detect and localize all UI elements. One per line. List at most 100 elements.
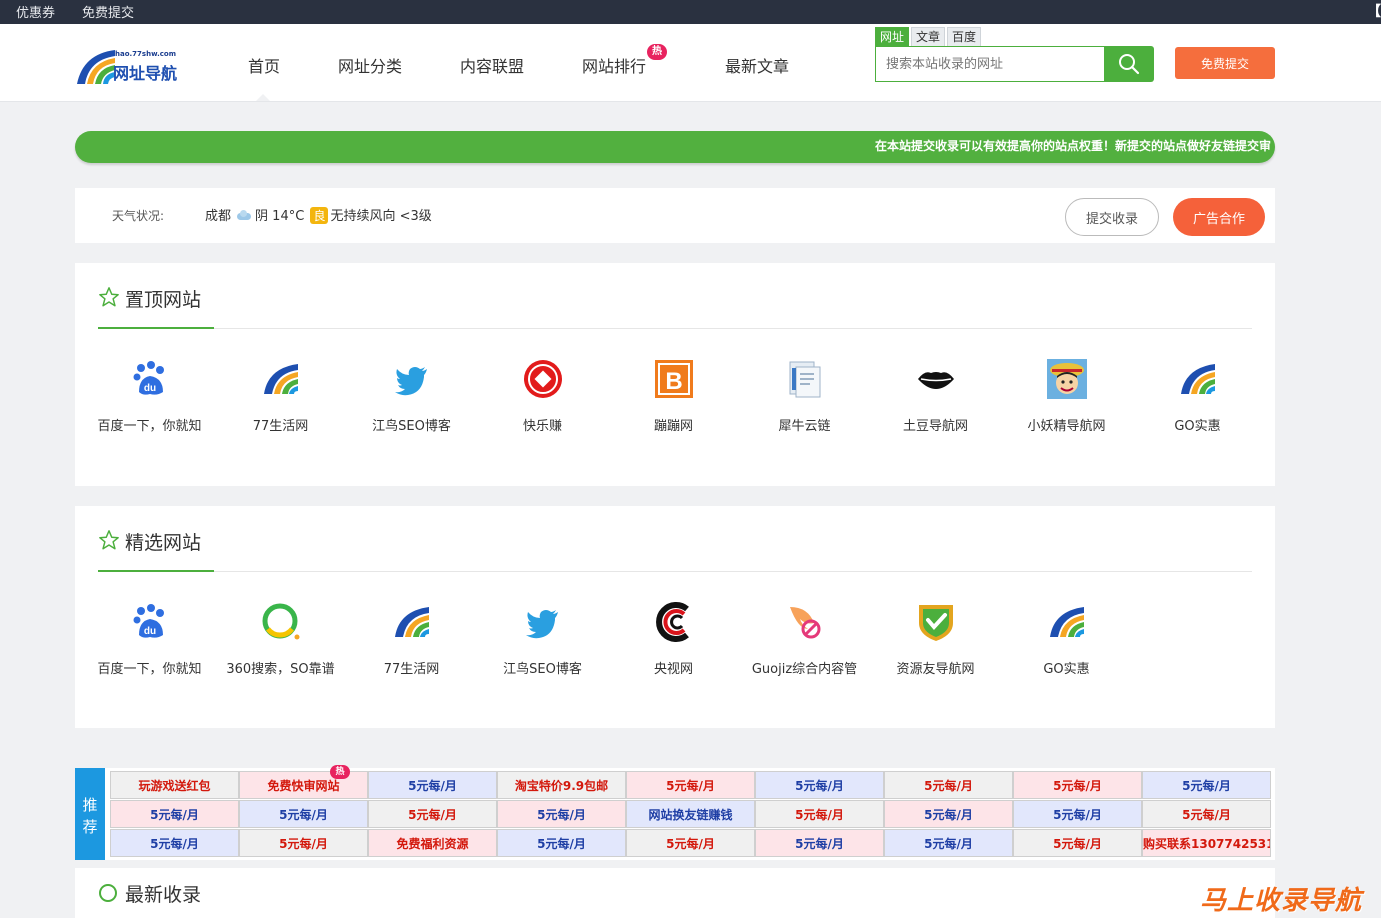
ad-slot[interactable]: 5元每/月: [755, 800, 884, 828]
ad-slot[interactable]: 5元每/月: [884, 771, 1013, 799]
77shw-logo-icon: [1046, 601, 1088, 643]
svg-text:du: du: [143, 383, 155, 394]
nav-latest-articles[interactable]: 最新文章: [725, 53, 789, 77]
ad-slot[interactable]: 玩游戏送红包: [110, 771, 239, 799]
ad-slot[interactable]: 5元每/月: [1142, 771, 1271, 799]
site-name: 江鸟SEO博客: [372, 419, 451, 434]
site-name: 资源友导航网: [896, 662, 975, 677]
site-card[interactable]: B 蹦蹦网: [608, 358, 739, 434]
free-submit-button[interactable]: 免费提交: [1175, 47, 1275, 79]
ad-slot[interactable]: 5元每/月: [239, 829, 368, 857]
divider: [98, 571, 1252, 572]
site-name: 360搜索，SO靠谱: [226, 662, 335, 677]
search-input[interactable]: [875, 46, 1106, 82]
site-logo[interactable]: hao.77shw.com 网址导航: [75, 46, 187, 86]
site-card[interactable]: 快乐赚: [477, 358, 608, 434]
star-icon: [99, 530, 119, 550]
site-card[interactable]: 犀牛云链: [739, 358, 870, 434]
site-card[interactable]: 小妖精导航网: [1001, 358, 1132, 434]
weather-label: 天气状况:: [112, 209, 165, 223]
baidu-icon: du: [129, 601, 171, 643]
ad-slot[interactable]: 5元每/月: [368, 771, 497, 799]
ad-slot[interactable]: 5元每/月: [497, 829, 626, 857]
ad-slot[interactable]: 5元每/月: [497, 800, 626, 828]
site-card[interactable]: Guojiz综合内容管: [739, 601, 870, 677]
ad-slot[interactable]: 5元每/月: [1013, 829, 1142, 857]
lips-icon: [915, 358, 957, 400]
feather-icon: [784, 601, 826, 643]
topbar-right-text[interactable]: 【: [1367, 1, 1381, 21]
site-card[interactable]: 77生活网: [346, 601, 477, 677]
site-name: GO实惠: [1043, 662, 1090, 677]
nav-home[interactable]: 首页: [248, 53, 280, 77]
title-underline: [98, 327, 214, 329]
coupon-link[interactable]: 优惠券: [16, 2, 55, 21]
site-card[interactable]: 资源友导航网: [870, 601, 1001, 677]
site-card[interactable]: 央视网: [608, 601, 739, 677]
ad-slot[interactable]: 5元每/月: [1013, 771, 1142, 799]
ad-slot[interactable]: 5元每/月: [110, 800, 239, 828]
title-underline: [98, 570, 214, 572]
twitter-bird-icon: [391, 358, 433, 400]
weather-info[interactable]: 成都 阴 14°C 良无持续风向 <3级: [205, 205, 432, 224]
site-name: 江鸟SEO博客: [503, 662, 582, 677]
watermark-logo: 马上收录导航: [1200, 886, 1363, 916]
aqi-badge: 良: [310, 207, 329, 224]
site-card[interactable]: du 百度一下，你就知: [84, 601, 215, 677]
site-name: 77生活网: [383, 662, 440, 677]
nav-site-ranking[interactable]: 网站排行: [582, 53, 646, 77]
ad-slot[interactable]: 5元每/月: [755, 771, 884, 799]
site-card[interactable]: du 百度一下，你就知: [84, 358, 215, 434]
site-card[interactable]: 江鸟SEO博客: [477, 601, 608, 677]
ad-slot[interactable]: 5元每/月: [884, 800, 1013, 828]
weather-temp: 14°C: [272, 209, 305, 224]
site-card[interactable]: GO实惠: [1132, 358, 1263, 434]
pinned-sites-panel: 置顶网站 du 百度一下，你就知 77生活网 江鸟SEO博客 快乐赚 B 蹦蹦网 犀牛云链 土豆…: [75, 263, 1275, 486]
search-tab-baidu[interactable]: 百度: [947, 27, 981, 46]
77shw-logo-icon: [1177, 358, 1219, 400]
nav-categories[interactable]: 网址分类: [338, 53, 402, 77]
ad-slot[interactable]: 淘宝特价9.9包邮: [497, 771, 626, 799]
site-name: 小妖精导航网: [1027, 419, 1106, 434]
baidu-icon: du: [129, 358, 171, 400]
red-coin-icon: [522, 358, 564, 400]
nav-content-alliance[interactable]: 内容联盟: [460, 53, 524, 77]
site-card[interactable]: GO实惠: [1001, 601, 1132, 677]
site-name: 快乐赚: [522, 419, 562, 434]
site-card[interactable]: 77生活网: [215, 358, 346, 434]
weather-bar: 天气状况: 成都 阴 14°C 良无持续风向 <3级 提交收录 广告合作: [75, 188, 1275, 243]
cloud-icon: [235, 210, 252, 220]
site-name: 蹦蹦网: [653, 419, 693, 434]
free-submit-link[interactable]: 免费提交: [82, 2, 134, 21]
site-card[interactable]: 土豆导航网: [870, 358, 1001, 434]
submit-listing-button[interactable]: 提交收录: [1065, 198, 1159, 236]
divider: [98, 328, 1252, 329]
site-card[interactable]: 江鸟SEO博客: [346, 358, 477, 434]
ad-slot[interactable]: 免费福利资源: [368, 829, 497, 857]
ad-slot[interactable]: 5元每/月: [110, 829, 239, 857]
cctv-icon: [653, 601, 695, 643]
ad-cooperation-button[interactable]: 广告合作: [1173, 198, 1265, 236]
ad-slot[interactable]: 5元每/月: [368, 800, 497, 828]
document-icon: [784, 358, 826, 400]
ad-slot[interactable]: 网站换友链赚钱: [626, 800, 755, 828]
svg-text:du: du: [143, 626, 155, 637]
search-tab-article[interactable]: 文章: [911, 27, 945, 46]
ad-slot[interactable]: 5元每/月: [884, 829, 1013, 857]
featured-title: 精选网站: [125, 532, 202, 554]
ad-slot[interactable]: 5元每/月: [755, 829, 884, 857]
site-card[interactable]: 360搜索，SO靠谱: [215, 601, 346, 677]
ad-slot[interactable]: 5元每/月: [1142, 800, 1271, 828]
svg-text:B: B: [665, 368, 682, 395]
ad-slot[interactable]: 5元每/月: [1013, 800, 1142, 828]
search-tab-url[interactable]: 网址: [875, 27, 909, 46]
ad-slot[interactable]: 5元每/月: [626, 771, 755, 799]
recommend-char-1: 推: [82, 796, 98, 814]
ad-slot[interactable]: 5元每/月: [626, 829, 755, 857]
nav-active-indicator: [256, 94, 270, 101]
ad-slot[interactable]: 5元每/月: [239, 800, 368, 828]
link-icon: [99, 884, 117, 902]
ad-slot[interactable]: 购买联系1307742531: [1142, 829, 1271, 857]
search-button[interactable]: [1104, 46, 1154, 82]
orange-b-icon: B: [653, 358, 695, 400]
